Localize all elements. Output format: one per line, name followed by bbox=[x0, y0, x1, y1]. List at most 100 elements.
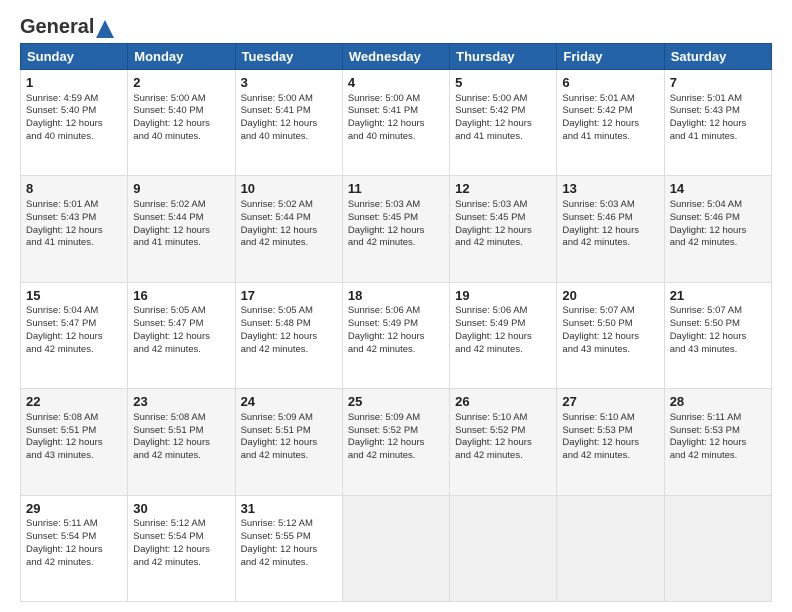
day-info-line: Daylight: 12 hours bbox=[455, 331, 551, 344]
day-info-line: Sunset: 5:49 PM bbox=[348, 318, 444, 331]
day-info-line: Sunset: 5:42 PM bbox=[455, 105, 551, 118]
calendar-week-row: 15Sunrise: 5:04 AMSunset: 5:47 PMDayligh… bbox=[21, 282, 772, 388]
calendar-cell: 23Sunrise: 5:08 AMSunset: 5:51 PMDayligh… bbox=[128, 389, 235, 495]
day-number: 20 bbox=[562, 287, 658, 305]
day-number: 6 bbox=[562, 74, 658, 92]
calendar-week-row: 8Sunrise: 5:01 AMSunset: 5:43 PMDaylight… bbox=[21, 176, 772, 282]
day-number: 23 bbox=[133, 393, 229, 411]
weekday-header-monday: Monday bbox=[128, 44, 235, 70]
day-number: 25 bbox=[348, 393, 444, 411]
calendar-cell: 15Sunrise: 5:04 AMSunset: 5:47 PMDayligh… bbox=[21, 282, 128, 388]
day-info-line: and 42 minutes. bbox=[241, 557, 337, 570]
day-info-line: Sunset: 5:51 PM bbox=[241, 425, 337, 438]
day-info-line: Sunrise: 5:00 AM bbox=[241, 93, 337, 106]
day-info-line: Daylight: 12 hours bbox=[241, 118, 337, 131]
day-info-line: Sunrise: 5:06 AM bbox=[348, 305, 444, 318]
calendar-week-row: 1Sunrise: 4:59 AMSunset: 5:40 PMDaylight… bbox=[21, 70, 772, 176]
day-info-line: Sunset: 5:41 PM bbox=[241, 105, 337, 118]
day-number: 21 bbox=[670, 287, 766, 305]
day-number: 28 bbox=[670, 393, 766, 411]
day-info-line: Daylight: 12 hours bbox=[348, 437, 444, 450]
day-info-line: Daylight: 12 hours bbox=[26, 331, 122, 344]
day-number: 27 bbox=[562, 393, 658, 411]
day-number: 3 bbox=[241, 74, 337, 92]
day-info-line: Sunrise: 5:02 AM bbox=[133, 199, 229, 212]
calendar-cell: 14Sunrise: 5:04 AMSunset: 5:46 PMDayligh… bbox=[664, 176, 771, 282]
day-info-line: Daylight: 12 hours bbox=[670, 331, 766, 344]
day-info-line: Daylight: 12 hours bbox=[26, 437, 122, 450]
day-number: 18 bbox=[348, 287, 444, 305]
day-info-line: and 42 minutes. bbox=[455, 237, 551, 250]
day-info-line: Sunrise: 5:07 AM bbox=[670, 305, 766, 318]
calendar-cell: 1Sunrise: 4:59 AMSunset: 5:40 PMDaylight… bbox=[21, 70, 128, 176]
day-info-line: Sunrise: 5:11 AM bbox=[26, 518, 122, 531]
day-info-line: and 42 minutes. bbox=[670, 450, 766, 463]
weekday-header-friday: Friday bbox=[557, 44, 664, 70]
calendar-week-row: 29Sunrise: 5:11 AMSunset: 5:54 PMDayligh… bbox=[21, 495, 772, 601]
day-info-line: Daylight: 12 hours bbox=[455, 118, 551, 131]
day-info-line: Daylight: 12 hours bbox=[241, 437, 337, 450]
day-info-line: Sunrise: 5:00 AM bbox=[455, 93, 551, 106]
day-info-line: and 42 minutes. bbox=[348, 450, 444, 463]
calendar-cell: 7Sunrise: 5:01 AMSunset: 5:43 PMDaylight… bbox=[664, 70, 771, 176]
calendar-cell: 9Sunrise: 5:02 AMSunset: 5:44 PMDaylight… bbox=[128, 176, 235, 282]
calendar-cell: 4Sunrise: 5:00 AMSunset: 5:41 PMDaylight… bbox=[342, 70, 449, 176]
day-info-line: Sunset: 5:41 PM bbox=[348, 105, 444, 118]
calendar-table: SundayMondayTuesdayWednesdayThursdayFrid… bbox=[20, 43, 772, 602]
day-info-line: and 43 minutes. bbox=[562, 344, 658, 357]
calendar-cell: 27Sunrise: 5:10 AMSunset: 5:53 PMDayligh… bbox=[557, 389, 664, 495]
day-info-line: and 42 minutes. bbox=[670, 237, 766, 250]
day-number: 4 bbox=[348, 74, 444, 92]
day-info-line: Sunrise: 5:03 AM bbox=[348, 199, 444, 212]
day-info-line: Sunrise: 5:09 AM bbox=[348, 412, 444, 425]
calendar-cell: 25Sunrise: 5:09 AMSunset: 5:52 PMDayligh… bbox=[342, 389, 449, 495]
day-info-line: Sunrise: 5:12 AM bbox=[241, 518, 337, 531]
day-number: 24 bbox=[241, 393, 337, 411]
day-info-line: and 42 minutes. bbox=[241, 450, 337, 463]
day-info-line: Daylight: 12 hours bbox=[241, 331, 337, 344]
day-info-line: Sunset: 5:51 PM bbox=[133, 425, 229, 438]
day-info-line: Daylight: 12 hours bbox=[455, 225, 551, 238]
day-info-line: Daylight: 12 hours bbox=[455, 437, 551, 450]
calendar-cell: 21Sunrise: 5:07 AMSunset: 5:50 PMDayligh… bbox=[664, 282, 771, 388]
day-info-line: Sunset: 5:51 PM bbox=[26, 425, 122, 438]
day-info-line: Sunset: 5:54 PM bbox=[26, 531, 122, 544]
day-info-line: Sunset: 5:50 PM bbox=[670, 318, 766, 331]
day-info-line: Daylight: 12 hours bbox=[562, 118, 658, 131]
page-header: General bbox=[20, 16, 772, 35]
day-info-line: Sunrise: 5:01 AM bbox=[26, 199, 122, 212]
day-info-line: Sunrise: 5:03 AM bbox=[455, 199, 551, 212]
day-info-line: Sunset: 5:48 PM bbox=[241, 318, 337, 331]
day-info-line: Sunrise: 5:10 AM bbox=[562, 412, 658, 425]
day-info-line: Sunrise: 5:08 AM bbox=[133, 412, 229, 425]
day-info-line: and 41 minutes. bbox=[26, 237, 122, 250]
day-info-line: and 42 minutes. bbox=[348, 344, 444, 357]
day-info-line: and 42 minutes. bbox=[241, 237, 337, 250]
day-number: 19 bbox=[455, 287, 551, 305]
calendar-cell: 5Sunrise: 5:00 AMSunset: 5:42 PMDaylight… bbox=[450, 70, 557, 176]
logo-icon bbox=[96, 20, 114, 38]
day-number: 5 bbox=[455, 74, 551, 92]
calendar-cell bbox=[342, 495, 449, 601]
calendar-cell: 6Sunrise: 5:01 AMSunset: 5:42 PMDaylight… bbox=[557, 70, 664, 176]
weekday-header-thursday: Thursday bbox=[450, 44, 557, 70]
day-info-line: Sunset: 5:52 PM bbox=[455, 425, 551, 438]
logo-general: General bbox=[20, 16, 94, 39]
day-info-line: and 42 minutes. bbox=[455, 450, 551, 463]
day-info-line: Sunset: 5:49 PM bbox=[455, 318, 551, 331]
day-info-line: Sunset: 5:46 PM bbox=[562, 212, 658, 225]
day-info-line: Daylight: 12 hours bbox=[348, 331, 444, 344]
calendar-cell: 30Sunrise: 5:12 AMSunset: 5:54 PMDayligh… bbox=[128, 495, 235, 601]
day-info-line: and 42 minutes. bbox=[241, 344, 337, 357]
day-info-line: Sunset: 5:54 PM bbox=[133, 531, 229, 544]
day-number: 9 bbox=[133, 180, 229, 198]
day-info-line: Sunrise: 5:05 AM bbox=[133, 305, 229, 318]
day-info-line: and 43 minutes. bbox=[670, 344, 766, 357]
calendar-cell bbox=[664, 495, 771, 601]
day-info-line: Daylight: 12 hours bbox=[26, 118, 122, 131]
day-info-line: and 40 minutes. bbox=[348, 131, 444, 144]
day-number: 8 bbox=[26, 180, 122, 198]
day-info-line: Sunrise: 5:09 AM bbox=[241, 412, 337, 425]
weekday-header-wednesday: Wednesday bbox=[342, 44, 449, 70]
day-info-line: and 41 minutes. bbox=[670, 131, 766, 144]
